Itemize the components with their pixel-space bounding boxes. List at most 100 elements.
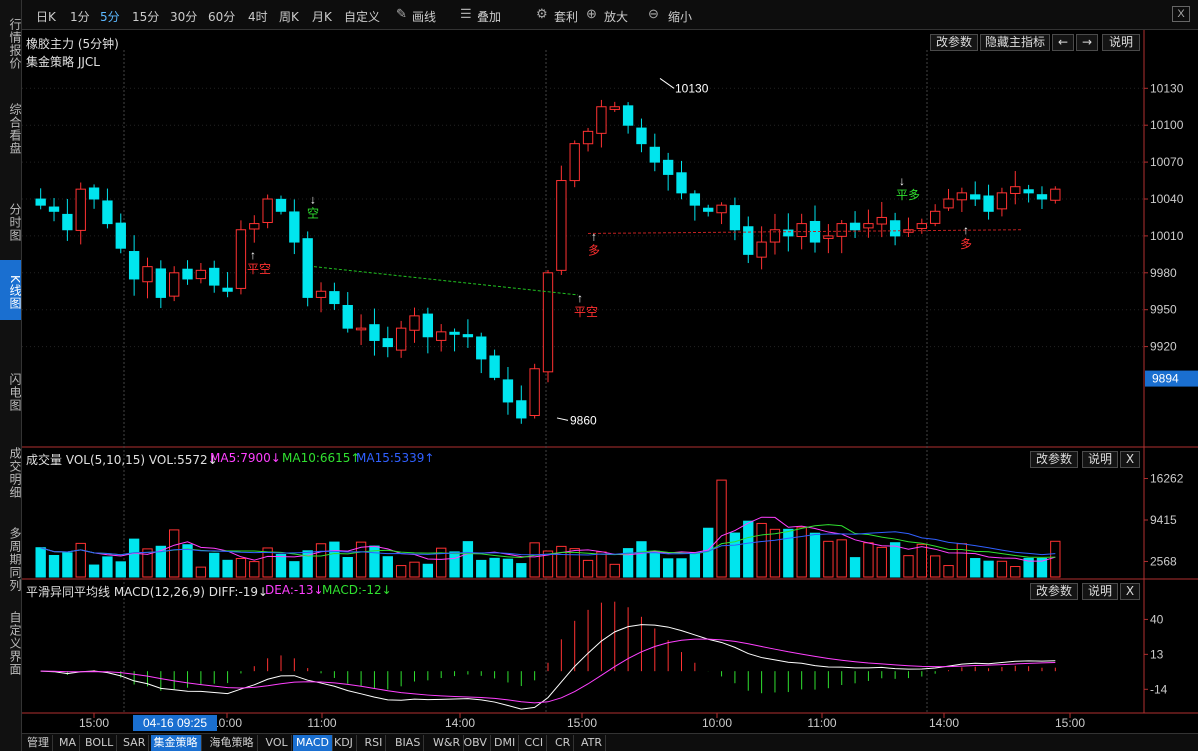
period-daily[interactable]: 日K: [36, 8, 56, 25]
volume-bar: [516, 563, 527, 578]
indicator-tab-4[interactable]: 集金策略: [150, 735, 202, 751]
period-4hour[interactable]: 4时: [248, 8, 268, 25]
candle-body: [262, 198, 273, 223]
sidebar-tab-3[interactable]: K线图: [0, 260, 22, 320]
volume-bar: [409, 561, 420, 578]
zoom-in-icon[interactable]: ⊕: [586, 6, 597, 22]
candle-body: [743, 226, 754, 255]
candle-body: [863, 223, 874, 229]
sidebar-tab-5[interactable]: 成交明细: [0, 440, 22, 502]
indicator-tab-9[interactable]: RSI: [362, 735, 387, 751]
volume-bar: [676, 558, 687, 578]
volume-bar: [662, 558, 674, 578]
close-button[interactable]: X: [1172, 6, 1190, 22]
indicator-tab-1[interactable]: MA: [56, 735, 81, 751]
indicator-tab-7[interactable]: MACD: [293, 735, 333, 751]
sidebar-tab-4[interactable]: 闪电图: [0, 360, 22, 420]
volume-bar: [115, 561, 126, 578]
indicator-tab-5[interactable]: 海龟策略: [207, 735, 258, 751]
macd-params-button[interactable]: 改参数: [1030, 583, 1078, 600]
volume-bar: [916, 543, 927, 578]
volume-help-button[interactable]: 说明: [1082, 451, 1118, 468]
candle-body: [355, 327, 367, 331]
next-button[interactable]: →: [1076, 34, 1098, 51]
prev-button[interactable]: ←: [1052, 34, 1074, 51]
macd-tick-label-2: -14: [1150, 682, 1168, 696]
sidebar-tab-0[interactable]: 行情报价: [0, 12, 22, 72]
overlay-button[interactable]: 叠加: [477, 8, 501, 25]
volume-bar: [529, 542, 540, 578]
low-pointer: [556, 417, 569, 421]
volume-bar: [943, 565, 954, 578]
period-30min[interactable]: 30分: [170, 8, 197, 25]
indicator-tab-6[interactable]: VOL: [263, 735, 292, 751]
short-trend-line: [313, 266, 579, 296]
macd-value: MACD:-12↓: [322, 583, 392, 597]
indicator-tab-13[interactable]: DMI: [491, 735, 520, 751]
zoom-out-icon[interactable]: ⊖: [648, 6, 659, 22]
indicator-tab-10[interactable]: BIAS: [392, 735, 425, 751]
volume-bar: [502, 558, 514, 578]
help-button[interactable]: 说明: [1102, 34, 1140, 51]
candle-body: [302, 238, 313, 298]
period-15min[interactable]: 15分: [132, 8, 159, 25]
zoom-in-button[interactable]: 放大: [604, 8, 628, 25]
vol-tick-label-2: 2568: [1150, 554, 1177, 568]
change-params-button[interactable]: 改参数: [930, 34, 978, 51]
volume-bar: [222, 559, 233, 578]
period-1min[interactable]: 1分: [70, 8, 90, 25]
volume-close-button[interactable]: X: [1120, 451, 1140, 468]
indicator-tab-3[interactable]: SAR: [120, 735, 150, 751]
signal-arrow-4: ↓: [899, 174, 905, 188]
arbitrage-button[interactable]: 套利: [554, 8, 578, 25]
indicator-tab-11[interactable]: W&R: [430, 735, 465, 751]
candle-body: [996, 192, 1008, 210]
macd-help-button[interactable]: 说明: [1082, 583, 1118, 600]
period-custom[interactable]: 自定义: [344, 8, 380, 25]
period-5min[interactable]: 5分: [100, 8, 120, 25]
pencil-icon[interactable]: ✎: [396, 6, 407, 22]
indicator-tab-8[interactable]: KDJ: [331, 735, 357, 751]
arbitrage-icon[interactable]: ⚙: [536, 6, 548, 22]
volume-params-button[interactable]: 改参数: [1030, 451, 1078, 468]
indicator-tab-12[interactable]: OBV: [461, 735, 491, 751]
sidebar-tab-1[interactable]: 综合看盘: [0, 96, 22, 158]
period-monthly[interactable]: 月K: [312, 8, 332, 25]
indicator-tab-0[interactable]: 管理: [24, 735, 53, 751]
candle-body: [342, 304, 353, 329]
period-weekly[interactable]: 周K: [279, 8, 299, 25]
price-tick-label-1: 10100: [1150, 118, 1184, 132]
sidebar-tab-6[interactable]: 多周期同列: [0, 520, 22, 594]
high-price-label: 10130: [675, 81, 709, 95]
candle-body: [703, 207, 714, 212]
volume-bar: [863, 542, 874, 578]
candle-body: [155, 268, 167, 298]
period-60min[interactable]: 60分: [208, 8, 235, 25]
macd-close-button[interactable]: X: [1120, 583, 1140, 600]
signal-arrow-1: ↓: [310, 192, 316, 206]
draw-line-button[interactable]: 画线: [412, 8, 436, 25]
zoom-out-button[interactable]: 缩小: [668, 8, 692, 25]
time-label-7: 14:00: [929, 716, 959, 730]
volume-bar: [849, 557, 861, 578]
indicator-tab-14[interactable]: CCI: [522, 735, 548, 751]
stack-icon[interactable]: ☰: [460, 6, 472, 22]
indicator-tab-16[interactable]: ATR: [578, 735, 607, 751]
candle-body: [62, 213, 73, 231]
price-tick-label-5: 9980: [1150, 266, 1177, 280]
volume-bar: [649, 550, 660, 578]
candle-body: [88, 187, 100, 200]
candle-body: [195, 269, 207, 280]
hide-main-indicator-button[interactable]: 隐藏主指标: [980, 34, 1050, 51]
indicator-tab-15[interactable]: CR: [552, 735, 575, 751]
indicator-tab-2[interactable]: BOLL: [82, 735, 118, 751]
kline-chart[interactable]: 10130 10100 10070 10040 10010 9980 9950 9920 989…: [22, 30, 1198, 733]
candle-body: [556, 180, 567, 271]
candle-body: [929, 210, 941, 224]
sidebar-tab-2[interactable]: 分时图: [0, 190, 22, 250]
candle-body: [609, 106, 620, 110]
volume-bar: [823, 540, 834, 578]
price-tick-label-7: 9920: [1150, 340, 1177, 354]
sidebar-tab-7[interactable]: 自定义界面: [0, 606, 22, 676]
candle-body: [983, 195, 994, 212]
